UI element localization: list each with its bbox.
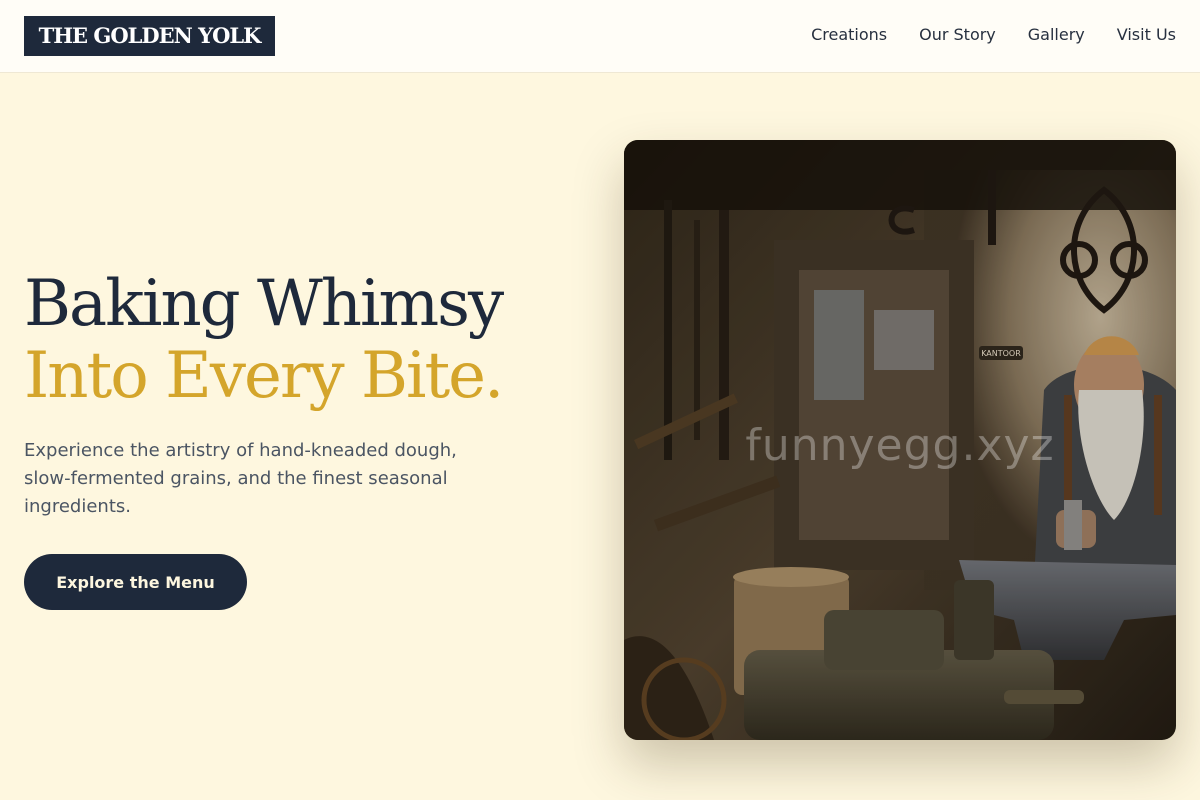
workshop-illustration: KANTOOR (624, 140, 1176, 740)
hero-headline-line1: Baking Whimsy (24, 267, 504, 341)
nav-link-our-story[interactable]: Our Story (919, 25, 996, 44)
explore-menu-button[interactable]: Explore the Menu (24, 554, 247, 610)
site-header: THE GOLDEN YOLK Creations Our Story Gall… (0, 0, 1200, 73)
hero-headline: Baking Whimsy Into Every Bite. (24, 267, 504, 413)
brand-logo[interactable]: THE GOLDEN YOLK (24, 16, 275, 56)
hero-description: Experience the artistry of hand-kneaded … (24, 440, 457, 517)
main-nav: Creations Our Story Gallery Visit Us (811, 0, 1176, 68)
nav-link-gallery[interactable]: Gallery (1028, 25, 1085, 44)
hero-image: KANTOOR funnyegg.xyz (624, 140, 1176, 740)
hero-headline-line2: Into Every Bite. (24, 339, 504, 413)
nav-link-visit-us[interactable]: Visit Us (1117, 25, 1176, 44)
nav-link-creations[interactable]: Creations (811, 25, 887, 44)
